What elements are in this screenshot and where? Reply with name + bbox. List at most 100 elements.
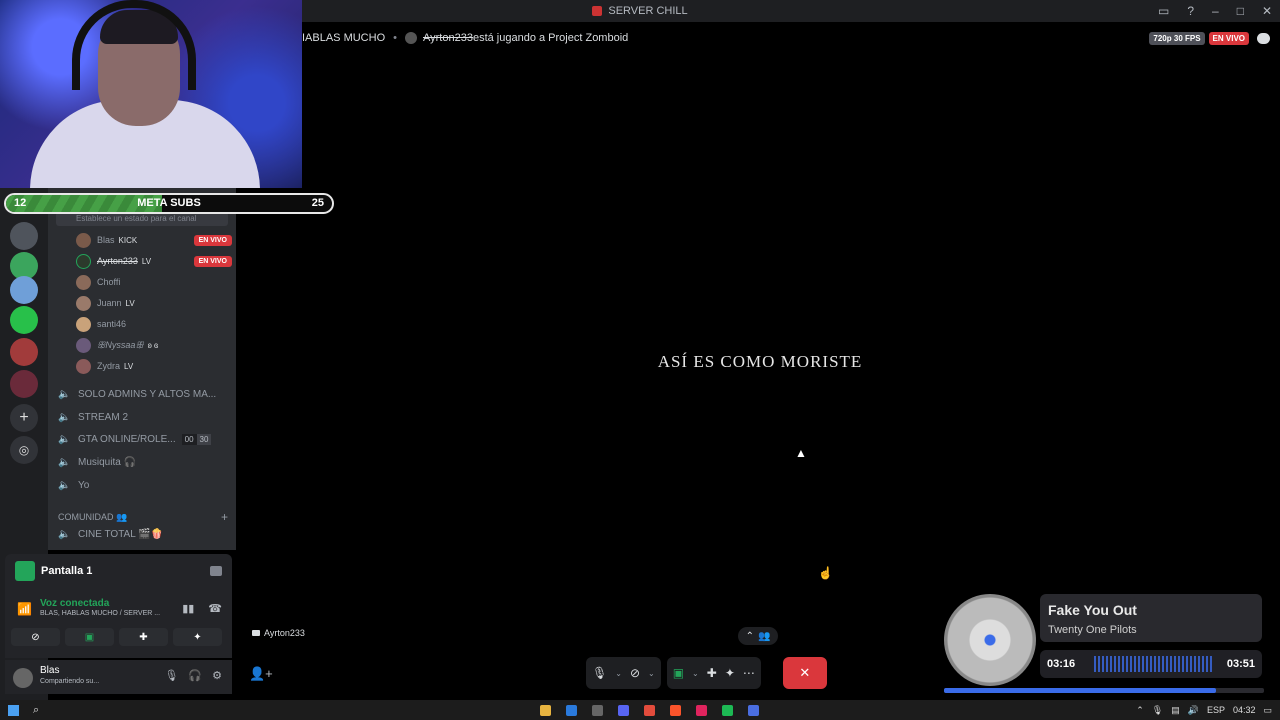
- voice-channel[interactable]: 🔈 Musiquita 🎧: [58, 452, 228, 472]
- member-item[interactable]: ꕥNyssaaꕥ ʚ ɞ: [76, 335, 232, 355]
- app-icon[interactable]: [748, 704, 759, 716]
- song-title: Fake You Out: [1048, 602, 1137, 618]
- member-tag: LV: [141, 256, 152, 266]
- server-icon[interactable]: [10, 306, 38, 334]
- server-icon[interactable]: [10, 370, 38, 398]
- avatar: [76, 358, 91, 374]
- voice-channel[interactable]: 🔈 GTA ONLINE/ROLE... 00 30: [58, 429, 228, 449]
- activities-button[interactable]: ✚: [119, 628, 168, 646]
- soundboard-icon[interactable]: ✦: [725, 666, 735, 680]
- explore-icon[interactable]: ◎: [10, 436, 38, 464]
- server-icon[interactable]: [10, 276, 38, 304]
- network-icon[interactable]: ▤: [1171, 705, 1180, 716]
- member-item[interactable]: Zydra LV: [76, 356, 232, 376]
- add-channel-icon[interactable]: +: [221, 510, 228, 524]
- headphones-icon[interactable]: 🎧: [188, 669, 202, 682]
- chevron-down-icon[interactable]: ⌄: [615, 669, 622, 678]
- spotify-icon[interactable]: [722, 704, 733, 716]
- voice-channel[interactable]: 🔈 STREAM 2: [58, 407, 228, 427]
- gear-icon[interactable]: ⚙: [212, 669, 222, 682]
- member-tag: KICK: [118, 235, 138, 245]
- chrome-icon[interactable]: [644, 704, 655, 716]
- end-call-button[interactable]: ✕: [782, 657, 827, 689]
- chevron-up-icon[interactable]: ⌃: [1136, 705, 1144, 716]
- search-icon[interactable]: ⌕: [33, 704, 39, 717]
- elapsed-time: 03:16: [1047, 658, 1076, 670]
- microphone-icon[interactable]: 🎙: [592, 666, 607, 680]
- signal-icon: 📶: [17, 602, 32, 616]
- member-item[interactable]: Juann LV: [76, 293, 232, 313]
- member-tag: LV: [125, 298, 135, 308]
- steam-icon[interactable]: [566, 704, 577, 716]
- brave-icon[interactable]: [670, 704, 681, 716]
- soundboard-button[interactable]: ✦: [173, 628, 222, 646]
- language-indicator[interactable]: ESP: [1207, 705, 1225, 715]
- server-icon[interactable]: [10, 222, 38, 250]
- meta-subs-bar: 12 META SUBS 25: [4, 193, 334, 214]
- camera-off-icon[interactable]: ⊘: [630, 666, 640, 680]
- voice-channel-name: Yo: [78, 479, 90, 491]
- hand-cursor-icon: ☝: [818, 566, 833, 580]
- screen-share-button[interactable]: ▣: [65, 628, 114, 646]
- member-name: ꕥNyssaaꕥ: [97, 339, 144, 350]
- close-button[interactable]: ✕: [1262, 4, 1272, 18]
- channel-status-input[interactable]: Establece un estado para el canal: [56, 212, 228, 226]
- maximize-button[interactable]: □: [1237, 4, 1244, 18]
- voice-channel-name: Musiquita 🎧: [78, 456, 137, 468]
- member-item[interactable]: Choffi: [76, 272, 232, 292]
- media-icon[interactable]: [696, 704, 707, 716]
- notification-icon[interactable]: ▭: [1263, 705, 1272, 716]
- voice-channel-name: GTA ONLINE/ROLE...: [78, 433, 176, 445]
- more-icon[interactable]: ⋯: [743, 666, 755, 680]
- voice-status[interactable]: Voz conectada: [40, 598, 109, 609]
- music-progress-fill: [944, 688, 1216, 693]
- screen-share-panel[interactable]: Pantalla 1: [5, 554, 232, 588]
- voice-channel[interactable]: 🔈 CINE TOTAL 🎬🍿: [58, 524, 228, 544]
- windows-start-icon[interactable]: [8, 704, 19, 716]
- avatar: [76, 232, 91, 248]
- help-icon[interactable]: ?: [1187, 4, 1194, 18]
- track-info-card: Fake You Out Twenty One Pilots: [1040, 594, 1262, 642]
- inbox-icon[interactable]: ▭: [1158, 4, 1169, 18]
- show-members-button[interactable]: ⌃ 👥: [738, 627, 778, 645]
- noise-suppression-icon[interactable]: ▮▮: [182, 602, 194, 615]
- microphone-icon[interactable]: 🎙: [164, 669, 178, 682]
- stop-share-icon[interactable]: [210, 566, 222, 576]
- microphone-icon[interactable]: 🎙: [1152, 705, 1163, 716]
- window-controls: ▭ ? – □ ✕: [1158, 0, 1280, 22]
- taskbar: ⌕ ⌃ 🎙 ▤ 🔊 ESP 04:32 ▭: [0, 700, 1280, 720]
- activities-icon[interactable]: ✚: [707, 666, 717, 680]
- chevron-down-icon[interactable]: ⌄: [692, 669, 699, 678]
- volume-icon[interactable]: 🔊: [1188, 705, 1199, 716]
- speaker-icon: 🔈: [58, 456, 71, 468]
- invite-icon[interactable]: 👤+: [249, 666, 273, 682]
- clock[interactable]: 04:32: [1233, 705, 1256, 715]
- stream-caption: ASÍ ES COMO MORISTE: [657, 352, 863, 371]
- server-icon[interactable]: [10, 338, 38, 366]
- speaker-icon: 🔈: [58, 411, 71, 423]
- app-icon[interactable]: [592, 704, 603, 716]
- stream-header: IABLAS MUCHO • Ayrton233 está jugando a …: [302, 28, 1280, 48]
- member-item[interactable]: Blas KICK EN VIVO: [76, 230, 232, 250]
- screen-share-icon[interactable]: ▣: [673, 666, 684, 680]
- member-name: Blas: [97, 235, 115, 245]
- camera-button[interactable]: ⊘: [11, 628, 60, 646]
- voice-channel[interactable]: 🔈 Yo: [58, 475, 228, 495]
- screen-share-icon: [15, 561, 35, 581]
- chevron-down-icon[interactable]: ⌄: [648, 669, 655, 678]
- member-item[interactable]: Ayrton233 LV EN VIVO: [76, 251, 232, 271]
- chat-icon[interactable]: [1257, 32, 1270, 44]
- voice-channel[interactable]: 🔈 SOLO ADMINS Y ALTOS MA...: [58, 384, 228, 404]
- voice-panel: 📶 Voz conectada BLAS, HABLAS MUCHO / SER…: [5, 588, 232, 658]
- speaker-icon: 🔈: [58, 479, 71, 491]
- song-artist: Twenty One Pilots: [1048, 624, 1137, 636]
- minimize-button[interactable]: –: [1212, 4, 1219, 18]
- folder-icon[interactable]: [540, 704, 551, 716]
- mic-group: 🎙 ⌄ ⊘ ⌄: [586, 657, 661, 689]
- discord-icon[interactable]: [618, 704, 629, 716]
- category-header[interactable]: COMUNIDAD 👥 +: [58, 510, 228, 524]
- member-item[interactable]: santi46: [76, 314, 232, 334]
- disconnect-icon[interactable]: ☎: [208, 602, 222, 615]
- add-server-icon[interactable]: +: [10, 404, 38, 432]
- avatar[interactable]: [13, 668, 33, 688]
